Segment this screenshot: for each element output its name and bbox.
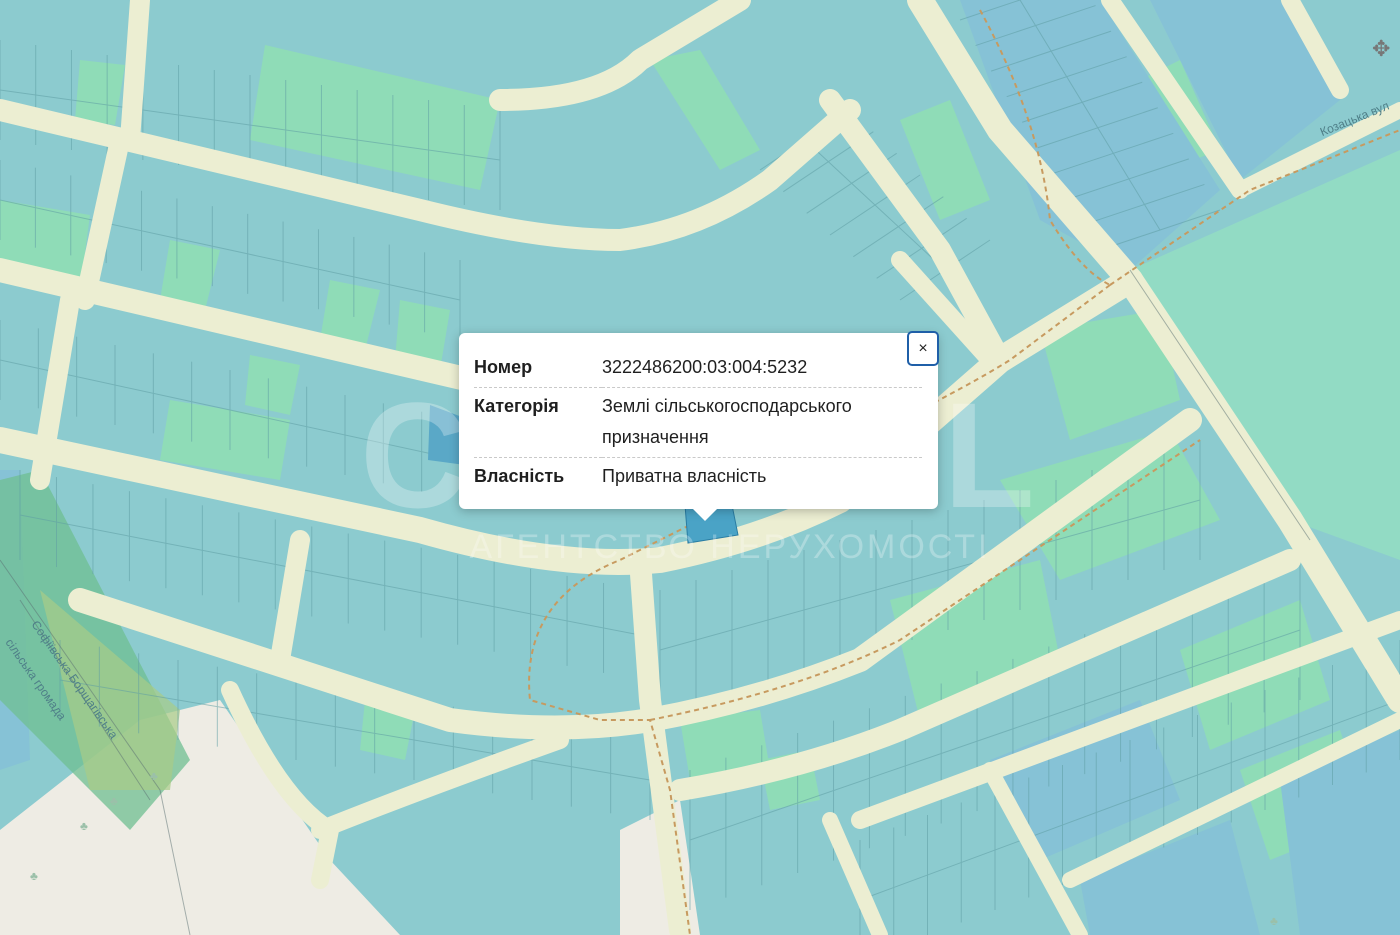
svg-text:♣: ♣ xyxy=(150,769,158,783)
parcel-number-value: 3222486200:03:004:5232 xyxy=(602,357,808,377)
svg-text:♣: ♣ xyxy=(80,819,88,833)
parcel-category-row: Категорія Землі сільськогосподарського п… xyxy=(474,387,922,458)
parcel-ownership-value: Приватна власність xyxy=(602,457,922,496)
parcel-category-value: Землі сільськогосподарського призначення xyxy=(602,387,922,458)
parcel-info-popup: × Номер 3222486200:03:004:5232 Категорія… xyxy=(459,331,939,521)
parcel-ownership-row: Власність Приватна власність xyxy=(474,457,922,496)
svg-text:♣: ♣ xyxy=(110,794,118,808)
svg-text:♣: ♣ xyxy=(1270,914,1278,928)
compass-icon[interactable]: ✥ xyxy=(1372,36,1394,61)
svg-text:♣: ♣ xyxy=(30,869,38,883)
parcel-number-label: Номер xyxy=(474,357,533,377)
parcel-number-row: Номер 3222486200:03:004:5232 xyxy=(474,349,922,388)
parcel-info-table: Номер 3222486200:03:004:5232 Категорія З… xyxy=(474,349,922,496)
parcel-ownership-label: Власність xyxy=(474,457,602,496)
popup-pointer xyxy=(691,507,719,521)
parcel-category-label: Категорія xyxy=(474,387,602,458)
